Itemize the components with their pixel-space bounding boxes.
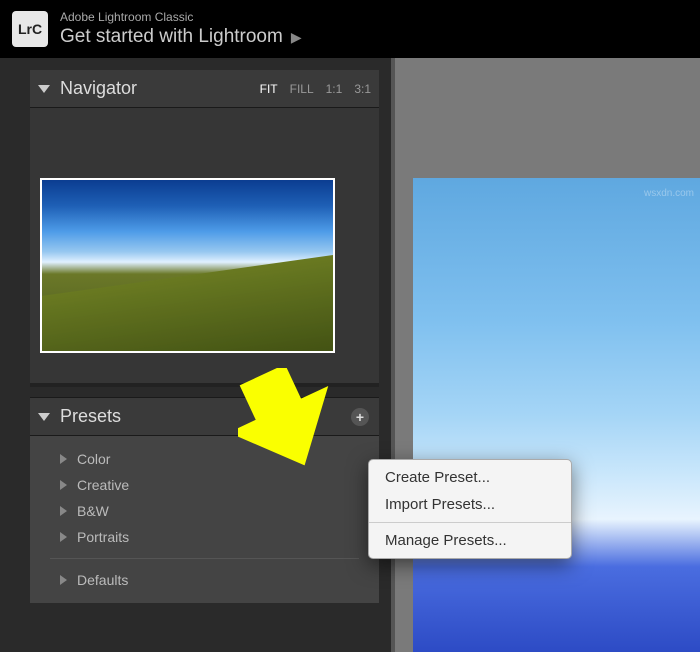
preset-group-label: B&W <box>77 503 109 519</box>
chevron-right-icon <box>60 480 67 490</box>
navigator-header[interactable]: Navigator FIT FILL 1:1 3:1 <box>30 70 379 108</box>
preset-group-label: Creative <box>77 477 129 493</box>
preset-group-item[interactable]: Defaults <box>30 567 379 593</box>
navigator-body <box>30 108 379 387</box>
menu-manage-presets[interactable]: Manage Presets... <box>369 527 571 554</box>
preset-divider <box>50 558 359 559</box>
left-panel: Navigator FIT FILL 1:1 3:1 Presets + <box>0 58 395 652</box>
zoom-3-1[interactable]: 3:1 <box>354 82 371 96</box>
menu-import-presets[interactable]: Import Presets... <box>369 491 571 518</box>
watermark-text: wsxdn.com <box>644 188 694 199</box>
preset-group-item[interactable]: B&W <box>30 498 379 524</box>
preset-context-menu: Create Preset... Import Presets... Manag… <box>368 459 572 559</box>
preset-group-label: Defaults <box>77 572 128 588</box>
app-header: LrC Adobe Lightroom Classic Get started … <box>0 0 700 58</box>
get-started-label: Get started with Lightroom <box>60 26 283 48</box>
image-preview-panel <box>395 58 700 652</box>
header-text-block: Adobe Lightroom Classic Get started with… <box>60 10 302 48</box>
preset-group-label: Color <box>77 451 110 467</box>
app-logo-icon: LrC <box>12 11 48 47</box>
navigator-title: Navigator <box>60 78 260 99</box>
chevron-right-icon <box>60 506 67 516</box>
menu-separator <box>369 522 571 523</box>
preset-group-label: Portraits <box>77 529 129 545</box>
disclosure-down-icon <box>38 85 50 93</box>
main-area: Navigator FIT FILL 1:1 3:1 Presets + <box>0 58 700 652</box>
get-started-link[interactable]: Get started with Lightroom ▶ <box>60 26 302 48</box>
add-preset-button[interactable]: + <box>351 408 369 426</box>
preset-group-item[interactable]: Portraits <box>30 524 379 550</box>
zoom-1-1[interactable]: 1:1 <box>326 82 343 96</box>
navigator-zoom-controls: FIT FILL 1:1 3:1 <box>260 82 371 96</box>
zoom-fit[interactable]: FIT <box>260 82 278 96</box>
plus-icon: + <box>356 409 364 425</box>
annotation-arrow-icon <box>238 368 338 468</box>
disclosure-down-icon <box>38 413 50 421</box>
preview-image[interactable] <box>413 178 700 652</box>
menu-create-preset[interactable]: Create Preset... <box>369 464 571 491</box>
play-arrow-icon: ▶ <box>291 29 302 46</box>
zoom-fill[interactable]: FILL <box>290 82 314 96</box>
chevron-right-icon <box>60 454 67 464</box>
preset-group-item[interactable]: Creative <box>30 472 379 498</box>
navigator-thumbnail[interactable] <box>40 178 335 353</box>
chevron-right-icon <box>60 532 67 542</box>
app-name-label: Adobe Lightroom Classic <box>60 10 302 24</box>
chevron-right-icon <box>60 575 67 585</box>
